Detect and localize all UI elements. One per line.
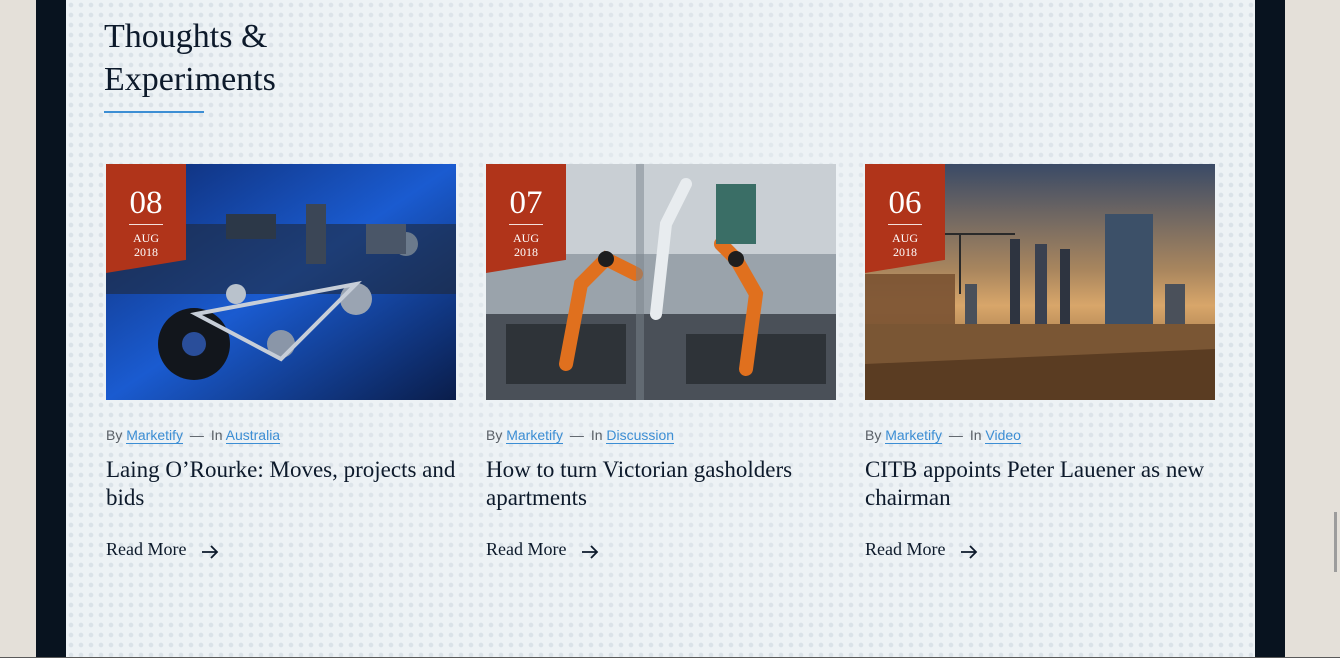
read-more-link[interactable]: Read More bbox=[486, 539, 599, 560]
post-title[interactable]: Laing O’Rourke: Moves, projects and bids bbox=[106, 456, 456, 512]
in-label: In bbox=[969, 427, 982, 443]
author-link[interactable]: Marketify bbox=[126, 427, 184, 444]
post-image[interactable]: 06 AUG 2018 bbox=[865, 164, 1215, 400]
by-label: By bbox=[486, 427, 503, 443]
arrow-right-icon bbox=[201, 545, 219, 559]
category-link[interactable]: Australia bbox=[225, 427, 281, 444]
arrow-right-icon bbox=[581, 545, 599, 559]
author-link[interactable]: Marketify bbox=[506, 427, 564, 444]
date-day: 07 bbox=[509, 184, 543, 225]
scrollbar-thumb[interactable] bbox=[1334, 512, 1337, 572]
date-badge: 06 AUG 2018 bbox=[865, 164, 945, 273]
date-year: 2018 bbox=[134, 245, 158, 259]
post-image[interactable]: 07 AUG 2018 bbox=[486, 164, 836, 400]
meta-separator: — bbox=[948, 427, 963, 443]
by-label: By bbox=[106, 427, 123, 443]
in-label: In bbox=[210, 427, 223, 443]
date-day: 06 bbox=[888, 184, 922, 225]
meta-separator: — bbox=[189, 427, 204, 443]
meta-separator: — bbox=[569, 427, 584, 443]
in-label: In bbox=[590, 427, 603, 443]
date-month: AUG bbox=[133, 231, 159, 245]
arrow-right-icon bbox=[960, 545, 978, 559]
post-meta: By Marketify — In Australia bbox=[106, 427, 281, 444]
section-title-line2: Experiments bbox=[104, 61, 276, 98]
read-more-link[interactable]: Read More bbox=[106, 539, 219, 560]
date-year: 2018 bbox=[514, 245, 538, 259]
post-meta: By Marketify — In Discussion bbox=[486, 427, 675, 444]
date-badge: 08 AUG 2018 bbox=[106, 164, 186, 273]
date-badge: 07 AUG 2018 bbox=[486, 164, 566, 273]
read-more-label: Read More bbox=[486, 539, 567, 559]
section-title: Thoughts & Experiments bbox=[104, 15, 404, 101]
read-more-label: Read More bbox=[865, 539, 946, 559]
post-card: 06 AUG 2018 By Marketify — In Video CITB… bbox=[865, 164, 1215, 559]
post-title[interactable]: CITB appoints Peter Lauener as new chair… bbox=[865, 456, 1215, 512]
post-card: 07 AUG 2018 By Marketify — In Discussion… bbox=[486, 164, 836, 559]
title-underline bbox=[104, 111, 204, 113]
section-title-line1: Thoughts & bbox=[104, 18, 268, 55]
author-link[interactable]: Marketify bbox=[885, 427, 943, 444]
post-title[interactable]: How to turn Victorian gasholders apartme… bbox=[486, 456, 836, 512]
category-link[interactable]: Discussion bbox=[606, 427, 675, 444]
by-label: By bbox=[865, 427, 882, 443]
read-more-label: Read More bbox=[106, 539, 187, 559]
post-card: 08 AUG 2018 By Marketify — In Australia … bbox=[106, 164, 456, 559]
date-month: AUG bbox=[513, 231, 539, 245]
date-year: 2018 bbox=[893, 245, 917, 259]
read-more-link[interactable]: Read More bbox=[865, 539, 978, 560]
post-image[interactable]: 08 AUG 2018 bbox=[106, 164, 456, 400]
date-month: AUG bbox=[892, 231, 918, 245]
category-link[interactable]: Video bbox=[985, 427, 1021, 444]
post-meta: By Marketify — In Video bbox=[865, 427, 1021, 444]
date-day: 08 bbox=[129, 184, 163, 225]
